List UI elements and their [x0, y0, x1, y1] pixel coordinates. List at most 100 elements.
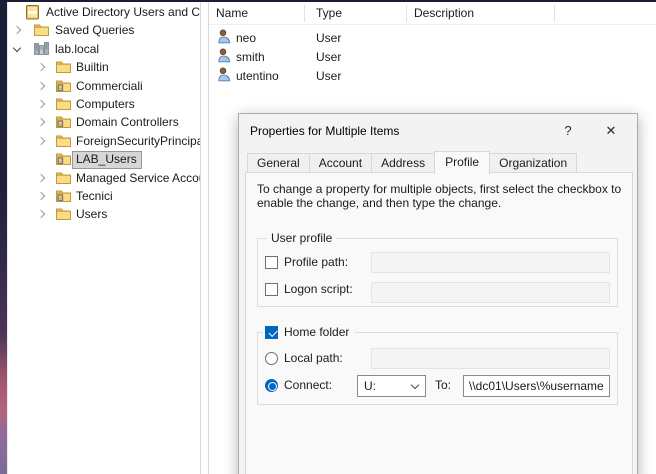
connect-path-input[interactable] — [463, 375, 610, 397]
tree-item-lab-users[interactable]: LAB_Users — [8, 150, 200, 168]
tree-item-label: Active Directory Users and Com — [46, 5, 201, 20]
chevron-collapsed-icon[interactable] — [37, 63, 45, 71]
ou-folder-icon — [56, 189, 71, 205]
tab-general[interactable]: General — [247, 153, 310, 173]
home-folder-legend: Home folder — [263, 325, 355, 339]
chevron-collapsed-icon[interactable] — [37, 118, 45, 126]
column-label: Description — [414, 6, 474, 20]
tree-item-label: Domain Controllers — [76, 115, 179, 130]
aduc-console-window: Active Directory Users and Com Saved Quer… — [0, 0, 656, 474]
user-icon — [218, 48, 231, 66]
tree-item-label: Users — [76, 207, 107, 222]
home-folder-group: Home folder Local path: Connect: U: To: — [257, 332, 618, 405]
console-tree-panel: Active Directory Users and Com Saved Quer… — [8, 2, 201, 474]
home-folder-label: Home folder — [284, 325, 349, 339]
tree-item-label: ForeignSecurityPrincipals — [76, 134, 201, 149]
tree-item-label: Commerciali — [76, 79, 143, 94]
tree-item-saved-queries[interactable]: Saved Queries — [8, 21, 200, 39]
tree-item-label: LAB_Users — [72, 151, 142, 169]
chevron-collapsed-icon[interactable] — [37, 100, 45, 108]
tree-item-managed-service-accoun[interactable]: Managed Service Accoun — [8, 169, 200, 187]
folder-icon — [34, 23, 49, 39]
folder-icon — [56, 60, 71, 76]
user-profile-group-legend: User profile — [267, 231, 336, 245]
tree-item-label: Builtin — [76, 60, 109, 75]
profile-path-checkbox[interactable] — [265, 256, 278, 269]
ou-folder-icon — [56, 115, 71, 131]
folder-icon — [56, 97, 71, 113]
local-path-radio[interactable] — [265, 352, 278, 365]
user-icon — [218, 29, 231, 47]
column-label: Type — [316, 6, 342, 20]
tree-item-users[interactable]: Users — [8, 205, 200, 223]
close-icon[interactable]: ✕ — [601, 114, 621, 148]
user-profile-group: User profile Profile path: Logon script: — [257, 238, 618, 307]
instruction-line-1: To change a property for multiple object… — [257, 182, 625, 196]
list-cell-type: User — [305, 31, 407, 45]
help-button[interactable]: ? — [559, 114, 577, 148]
list-row-smith[interactable]: smithUser — [209, 47, 656, 66]
tree-item-label: Tecnici — [76, 189, 113, 204]
tree-item-commerciali[interactable]: Commerciali — [8, 77, 200, 95]
tree-item-active-directory-users-and-com[interactable]: Active Directory Users and Com — [8, 3, 200, 21]
ou-folder-icon — [56, 152, 71, 168]
chevron-collapsed-icon[interactable] — [37, 192, 45, 200]
chevron-collapsed-icon[interactable] — [37, 81, 45, 89]
profile-path-input — [371, 252, 610, 273]
tree-item-domain-controllers[interactable]: Domain Controllers — [8, 113, 200, 131]
local-path-label: Local path: — [284, 351, 343, 365]
tab-strip: GeneralAccountAddressProfileOrganization — [247, 151, 576, 173]
list-row-neo[interactable]: neo User — [209, 28, 656, 47]
column-header-empty — [555, 2, 656, 25]
desktop-wallpaper-strip — [0, 2, 8, 474]
chevron-collapsed-icon[interactable] — [13, 26, 21, 34]
home-folder-checkbox[interactable] — [265, 326, 278, 339]
column-header-name[interactable]: Name — [209, 2, 305, 25]
chevron-collapsed-icon[interactable] — [37, 210, 45, 218]
tab-account[interactable]: Account — [309, 153, 372, 173]
user-name: neo — [236, 31, 256, 45]
tree-item-computers[interactable]: Computers — [8, 95, 200, 113]
column-header-type[interactable]: Type — [305, 2, 407, 25]
tree-item-builtin[interactable]: Builtin — [8, 58, 200, 76]
dialog-title: Properties for Multiple Items — [250, 114, 399, 148]
profile-path-label: Profile path: — [284, 255, 348, 269]
list-cell-name: smith — [209, 48, 305, 66]
tab-organization[interactable]: Organization — [489, 153, 577, 173]
list-cell-type: User — [305, 69, 407, 83]
tree-item-lab-local[interactable]: lab.local — [8, 40, 200, 58]
chevron-expanded-icon[interactable] — [13, 44, 21, 52]
tree-item-label: lab.local — [55, 42, 99, 57]
list-header: Name Type Description — [209, 2, 656, 25]
tab-profile[interactable]: Profile — [434, 151, 490, 174]
list-cell-type: User — [305, 50, 407, 64]
profile-tab-page: To change a property for multiple object… — [245, 172, 633, 474]
local-path-input — [371, 348, 610, 369]
connect-to-label: To: — [435, 378, 451, 392]
user-name: utentino — [236, 69, 279, 83]
folder-icon — [56, 134, 71, 150]
tree-item-label: Managed Service Accoun — [76, 171, 201, 186]
chevron-down-icon — [411, 381, 419, 389]
list-cell-name: utentino — [209, 67, 305, 85]
tree-item-label: Saved Queries — [55, 23, 134, 38]
logon-script-label: Logon script: — [284, 282, 353, 296]
drive-letter-select[interactable]: U: — [357, 375, 426, 397]
tree-item-label: Computers — [76, 97, 135, 112]
connect-radio[interactable] — [265, 379, 278, 392]
dialog-titlebar[interactable]: Properties for Multiple Items ? ✕ — [239, 114, 637, 148]
tab-address[interactable]: Address — [371, 153, 435, 173]
aduc-root-icon — [26, 5, 39, 23]
column-header-description[interactable]: Description — [407, 2, 555, 25]
list-row-utentino[interactable]: utentino User — [209, 66, 656, 85]
folder-icon — [56, 207, 71, 223]
column-label: Name — [216, 6, 248, 20]
tree-item-tecnici[interactable]: Tecnici — [8, 187, 200, 205]
logon-script-checkbox[interactable] — [265, 283, 278, 296]
domain-icon — [34, 42, 49, 58]
user-icon — [218, 67, 231, 85]
folder-icon — [56, 171, 71, 187]
chevron-collapsed-icon[interactable] — [37, 136, 45, 144]
chevron-collapsed-icon[interactable] — [37, 173, 45, 181]
tree-item-foreignsecurityprincipals[interactable]: ForeignSecurityPrincipals — [8, 132, 200, 150]
